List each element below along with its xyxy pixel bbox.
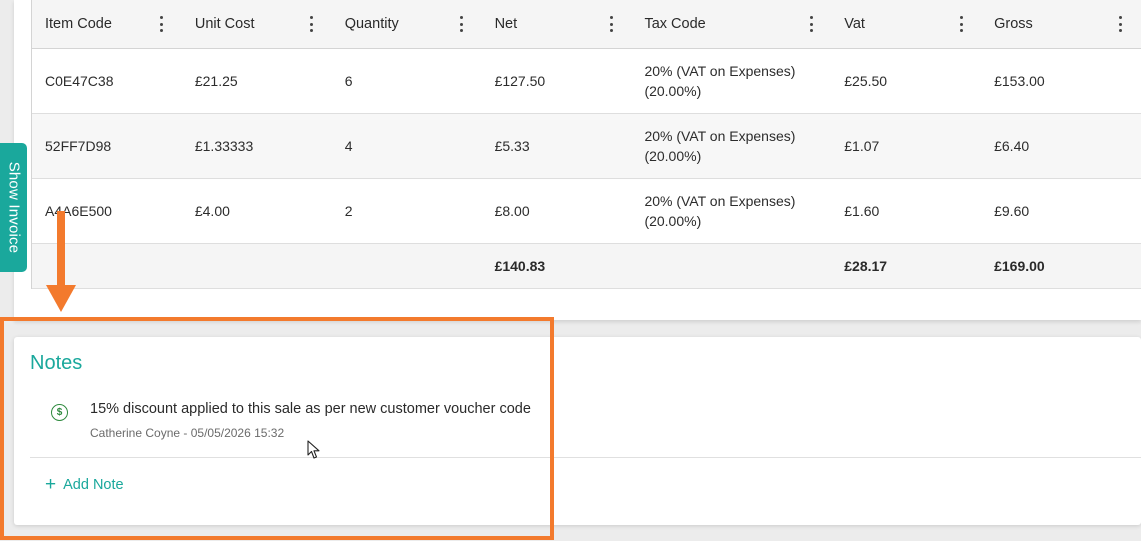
cell-quantity: 2 xyxy=(344,203,353,219)
line-items-grid: Item Code Unit Cost Quantity Net Tax Cod… xyxy=(31,0,1141,289)
cell-unit-cost: £1.33333 xyxy=(194,138,254,154)
column-header-vat[interactable]: Vat xyxy=(831,0,981,48)
column-header-gross[interactable]: Gross xyxy=(981,0,1141,48)
plus-icon: + xyxy=(45,474,57,495)
annotation-arrow-head xyxy=(46,285,76,312)
cell-net: £8.00 xyxy=(494,203,530,219)
column-header-label: Unit Cost xyxy=(194,16,255,32)
column-menu-icon[interactable] xyxy=(605,16,617,32)
column-header-label: Vat xyxy=(844,16,865,32)
cell-item-code: A4A6E500 xyxy=(45,203,112,219)
cell-quantity: 4 xyxy=(344,138,353,154)
add-note-button[interactable]: + Add Note xyxy=(45,475,124,494)
totals-empty xyxy=(332,244,482,288)
add-note-label: Add Note xyxy=(63,476,124,493)
column-menu-icon[interactable] xyxy=(306,16,318,32)
cell-gross: £9.60 xyxy=(994,203,1030,219)
cell-item-code: 52FF7D98 xyxy=(45,138,112,154)
cell-vat: £1.60 xyxy=(844,203,880,219)
table-row[interactable]: 52FF7D98 £1.33333 4 £5.33 20% (VAT on Ex… xyxy=(32,114,1141,179)
cell-net: £127.50 xyxy=(494,73,546,89)
cell-vat: £25.50 xyxy=(844,73,888,89)
show-invoice-label: Show Invoice xyxy=(5,161,22,254)
cell-item-code: C0E47C38 xyxy=(45,73,114,89)
table-row[interactable]: C0E47C38 £21.25 6 £127.50 20% (VAT on Ex… xyxy=(32,49,1141,114)
totals-row: £140.83 £28.17 £169.00 xyxy=(32,244,1141,289)
grid-header-row: Item Code Unit Cost Quantity Net Tax Cod… xyxy=(32,0,1141,49)
column-menu-icon[interactable] xyxy=(1115,16,1127,32)
column-header-label: Quantity xyxy=(344,16,399,32)
total-net: £140.83 xyxy=(494,258,546,274)
column-header-net[interactable]: Net xyxy=(482,0,632,48)
column-header-unit-cost[interactable]: Unit Cost xyxy=(182,0,332,48)
column-header-label: Item Code xyxy=(45,16,112,32)
table-row[interactable]: A4A6E500 £4.00 2 £8.00 20% (VAT on Expen… xyxy=(32,179,1141,244)
column-menu-icon[interactable] xyxy=(955,16,967,32)
cell-unit-cost: £4.00 xyxy=(194,203,230,219)
dollar-circle-icon: $ xyxy=(51,404,68,421)
column-menu-icon[interactable] xyxy=(456,16,468,32)
divider xyxy=(30,457,1141,458)
column-menu-icon[interactable] xyxy=(805,16,817,32)
total-vat: £28.17 xyxy=(844,258,888,274)
totals-empty xyxy=(182,244,332,288)
mouse-cursor-icon xyxy=(307,440,320,459)
totals-empty xyxy=(631,244,831,288)
cell-tax-code: 20% (VAT on Expenses) (20.00%) xyxy=(644,193,796,229)
column-header-tax-code[interactable]: Tax Code xyxy=(631,0,831,48)
notes-title: Notes xyxy=(30,352,83,374)
line-items-card: Item Code Unit Cost Quantity Net Tax Cod… xyxy=(14,0,1141,320)
cell-vat: £1.07 xyxy=(844,138,880,154)
column-header-item-code[interactable]: Item Code xyxy=(32,0,182,48)
annotation-arrow-shaft xyxy=(57,211,65,287)
column-header-label: Tax Code xyxy=(644,16,706,32)
total-gross: £169.00 xyxy=(994,258,1045,274)
note-meta: Catherine Coyne - 05/05/2026 15:32 xyxy=(90,426,285,440)
cell-unit-cost: £21.25 xyxy=(194,73,238,89)
column-header-label: Gross xyxy=(994,16,1033,32)
cell-net: £5.33 xyxy=(494,138,530,154)
notes-panel: Notes $ 15% discount applied to this sal… xyxy=(14,337,1141,525)
totals-empty xyxy=(32,244,182,288)
cell-tax-code: 20% (VAT on Expenses) (20.00%) xyxy=(644,63,796,99)
column-header-quantity[interactable]: Quantity xyxy=(332,0,482,48)
note-text: 15% discount applied to this sale as per… xyxy=(90,401,531,417)
cell-tax-code: 20% (VAT on Expenses) (20.00%) xyxy=(644,128,796,164)
column-menu-icon[interactable] xyxy=(156,16,168,32)
cell-quantity: 6 xyxy=(344,73,353,89)
column-header-label: Net xyxy=(494,16,518,32)
cell-gross: £6.40 xyxy=(994,138,1030,154)
cell-gross: £153.00 xyxy=(994,73,1045,89)
show-invoice-tab[interactable]: Show Invoice xyxy=(0,143,27,272)
